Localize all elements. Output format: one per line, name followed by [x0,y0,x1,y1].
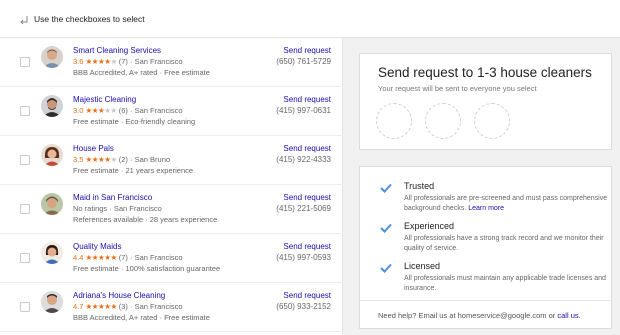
provider-location: · San Francisco [130,253,183,262]
provider-tags: BBB Accredited, A+ rated · Free estimate [73,313,210,322]
provider-name-link[interactable]: Maid in San Francisco [73,192,273,203]
send-request-link[interactable]: Send request [276,290,331,301]
provider-row: Adriana's House Cleaning 4.7 ★★★★★ (3) ·… [0,283,343,332]
request-panel: Send request to 1-3 house cleaners Your … [359,53,612,150]
rating-stars-icon: ★★★★★ [85,253,118,262]
provider-rating: 3.0 ★★★★★ (6) · San Francisco [73,105,273,116]
provider-no-ratings: No ratings · San Francisco [73,204,162,213]
provider-phone: (415) 922-4333 [276,155,331,164]
provider-name-link[interactable]: Adriana's House Cleaning [73,290,273,301]
review-count: (3) [118,302,128,311]
provider-location: · San Bruno [130,155,171,164]
provider-checkbox[interactable] [20,106,30,116]
provider-location: · San Francisco [130,106,183,115]
provider-row: Smart Cleaning Services 3.6 ★★★★★ (7) · … [0,38,343,87]
feature-title: Experienced [404,221,455,231]
rating-stars-icon: ★★★★★ [85,57,118,66]
provider-rating: 3.5 ★★★★★ (2) · San Bruno [73,154,273,165]
provider-checkbox[interactable] [20,302,30,312]
request-title: Send request to 1-3 house cleaners [378,65,592,80]
feature-title: Trusted [404,181,435,191]
provider-row: Quality Maids 4.4 ★★★★★ (7) · San Franci… [0,234,343,283]
learn-more-link[interactable]: Learn more [468,205,504,212]
send-request-link[interactable]: Send request [276,143,331,154]
provider-tags: Free estimate · Eco-friendly cleaning [73,117,196,126]
provider-name-link[interactable]: House Pals [73,143,273,154]
rating-stars-icon: ★★★★★ [85,155,118,164]
provider-phone: (415) 221-5069 [276,204,331,213]
selected-slot [425,103,461,139]
checkmark-icon [380,223,392,233]
arrow-down-left-icon [20,16,28,25]
rating-score: 3.5 [73,155,84,164]
trust-features-panel: Trusted All professionals are pre-screen… [359,166,613,329]
provider-tags: References available · 28 years experien… [73,215,218,224]
provider-avatar [41,193,63,215]
provider-tags: Free estimate · 100% satisfaction guaran… [73,264,221,273]
provider-list: Smart Cleaning Services 3.6 ★★★★★ (7) · … [0,38,343,335]
review-count: (2) [118,155,128,164]
request-subtitle: Your request will be sent to everyone yo… [378,84,537,93]
provider-name-link[interactable]: Smart Cleaning Services [73,45,273,56]
provider-checkbox[interactable] [20,155,30,165]
divider [360,300,613,301]
rating-stars-icon: ★★★★★ [85,106,118,115]
review-count: (6) [118,106,128,115]
rating-score: 4.4 [73,253,84,262]
provider-row: Maid in San Francisco No ratings · San F… [0,185,343,234]
selection-hint-text: Use the checkboxes to select [34,14,145,24]
checkmark-icon [380,263,392,273]
send-request-link[interactable]: Send request [276,45,331,56]
provider-phone: (650) 933-2152 [276,302,331,311]
provider-name-link[interactable]: Majestic Cleaning [73,94,273,105]
rating-score: 3.0 [73,106,84,115]
review-count: (7) [118,57,128,66]
provider-name-link[interactable]: Quality Maids [73,241,273,252]
provider-location: · San Francisco [130,57,183,66]
call-us-link[interactable]: call us [557,311,578,320]
provider-phone: (415) 997-0631 [276,106,331,115]
provider-row: Majestic Cleaning 3.0 ★★★★★ (6) · San Fr… [0,87,343,136]
send-request-link[interactable]: Send request [276,94,331,105]
provider-phone: (650) 761-5729 [276,57,331,66]
feature-title: Licensed [404,261,441,271]
provider-avatar [41,144,63,166]
provider-tags: BBB Accredited, A+ rated · Free estimate [73,68,210,77]
provider-rating: 4.4 ★★★★★ (7) · San Francisco [73,252,273,263]
send-request-link[interactable]: Send request [276,192,331,203]
feature-description: All professionals must maintain any appl… [404,275,606,292]
feature-description: All professionals have a strong track re… [404,235,604,252]
provider-tags: Free estimate · 21 years experience [73,166,194,175]
provider-rating: 3.6 ★★★★★ (7) · San Francisco [73,56,273,67]
provider-row: House Pals 3.5 ★★★★★ (2) · San Bruno Fre… [0,136,343,185]
provider-avatar [41,291,63,313]
selected-slot [376,103,412,139]
provider-location: · San Francisco [130,302,183,311]
provider-checkbox[interactable] [20,253,30,263]
rating-score: 4.7 [73,302,84,311]
provider-phone: (415) 997-0593 [276,253,331,262]
provider-checkbox[interactable] [20,57,30,67]
provider-rating: 4.7 ★★★★★ (3) · San Francisco [73,301,273,312]
provider-checkbox[interactable] [20,204,30,214]
selection-hint-bar: Use the checkboxes to select [0,0,620,38]
feature-description: All professionals are pre-screened and m… [404,195,608,212]
review-count: (7) [118,253,128,262]
help-text: Need help? Email us at homeservice@googl… [378,311,581,320]
provider-avatar [41,95,63,117]
checkmark-icon [380,183,392,193]
selected-slot [474,103,510,139]
rating-score: 3.6 [73,57,84,66]
provider-avatar [41,46,63,68]
rating-stars-icon: ★★★★★ [85,302,118,311]
provider-avatar [41,242,63,264]
send-request-link[interactable]: Send request [276,241,331,252]
